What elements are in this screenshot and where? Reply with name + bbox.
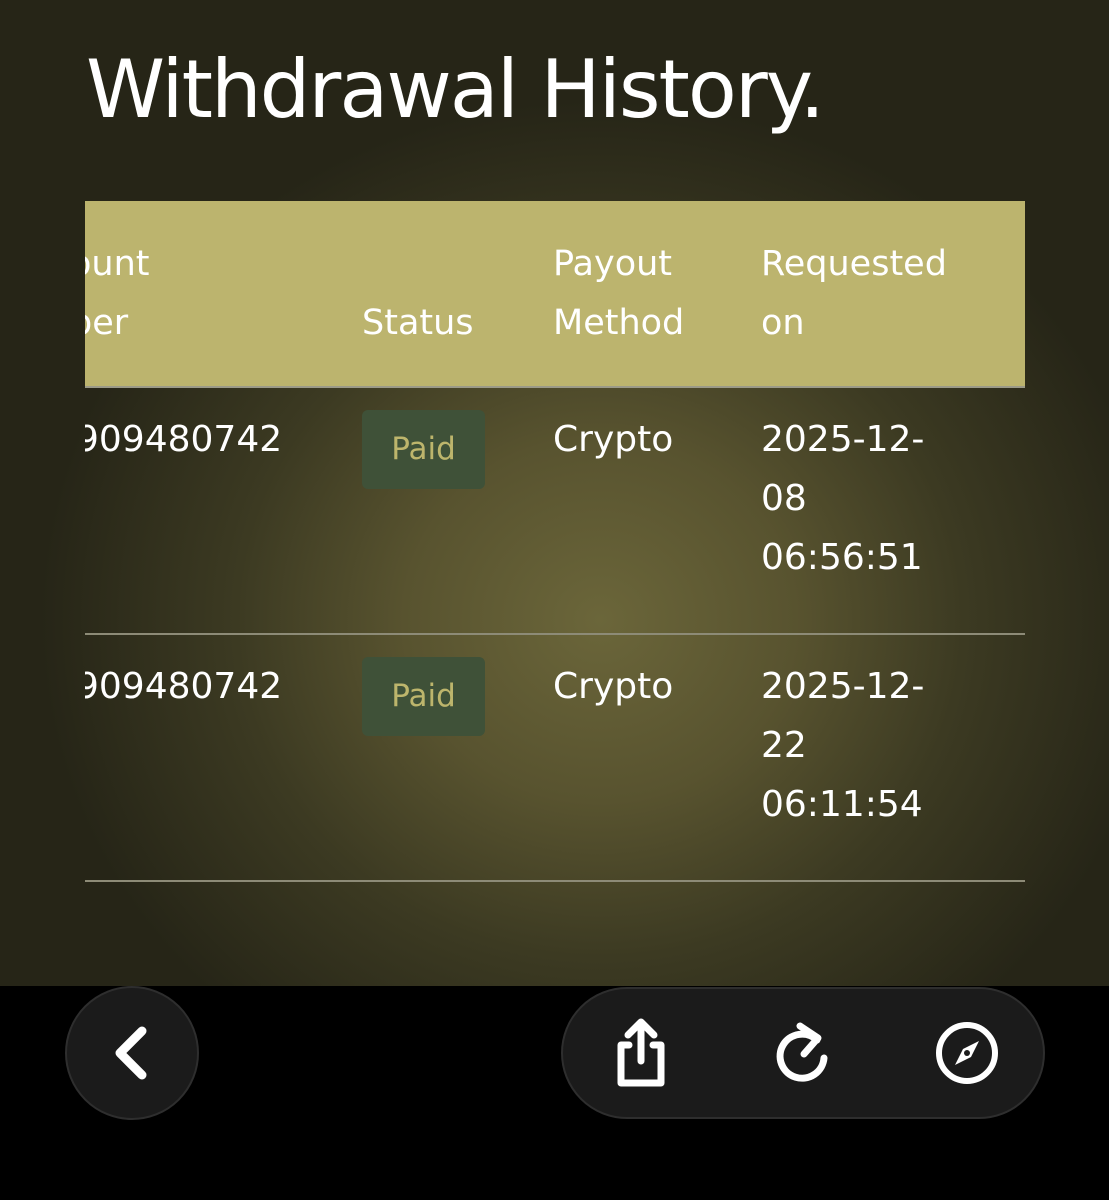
withdrawal-table[interactable]: ount ber Status Payout Method Requested …: [85, 201, 1025, 901]
header-account-number-line1: ount: [85, 244, 150, 284]
status-badge: Paid: [362, 657, 485, 736]
compass-button[interactable]: [927, 1013, 1007, 1093]
chevron-left-icon: [115, 1026, 147, 1080]
header-requested-on-line2: on: [761, 303, 805, 343]
reload-icon: [776, 1022, 828, 1082]
header-account-number: ount ber: [85, 235, 150, 353]
requested-on-cell: 2025-12- 08 06:56:51: [761, 410, 971, 587]
payout-method-cell: Crypto: [553, 419, 674, 460]
requested-on-day: 08: [761, 478, 807, 519]
compass-icon: [936, 1022, 998, 1084]
header-requested-on-line1: Requested: [761, 244, 947, 284]
table-row: 909480742 Paid Crypto 2025-12- 22 06:11:…: [85, 635, 1025, 882]
share-icon: [617, 1018, 665, 1087]
header-payout-method: Payout Method: [553, 235, 733, 353]
browser-toolbar: [0, 986, 1109, 1200]
page-title: Withdrawal History.: [86, 43, 825, 136]
header-payout-method-line1: Payout: [553, 244, 673, 284]
requested-on-cell: 2025-12- 22 06:11:54: [761, 657, 971, 834]
header-payout-method-line2: Method: [553, 303, 685, 343]
requested-on-date: 2025-12-: [761, 666, 925, 707]
status-badge: Paid: [362, 410, 485, 489]
header-account-number-line2: ber: [85, 303, 129, 343]
requested-on-day: 22: [761, 725, 807, 766]
header-requested-on: Requested on: [761, 235, 981, 353]
withdrawal-table-scroll: ount ber Status Payout Method Requested …: [85, 201, 1025, 882]
reload-button[interactable]: [763, 1013, 843, 1093]
account-number-cell: 909480742: [85, 666, 283, 707]
payout-method-cell: Crypto: [553, 666, 674, 707]
browser-page: Withdrawal History. ount ber Status Payo…: [0, 0, 1109, 1200]
header-status: Status: [362, 303, 474, 343]
share-button[interactable]: [601, 1013, 681, 1093]
page-content: Withdrawal History. ount ber Status Payo…: [0, 0, 1109, 986]
back-button[interactable]: [65, 986, 199, 1120]
requested-on-time: 06:56:51: [761, 537, 923, 578]
requested-on-time: 06:11:54: [761, 784, 923, 825]
requested-on-date: 2025-12-: [761, 419, 925, 460]
table-header: ount ber Status Payout Method Requested …: [85, 201, 1025, 388]
account-number-cell: 909480742: [85, 419, 283, 460]
browser-actions: [561, 987, 1045, 1119]
table-row: 909480742 Paid Crypto 2025-12- 08 06:56:…: [85, 388, 1025, 635]
